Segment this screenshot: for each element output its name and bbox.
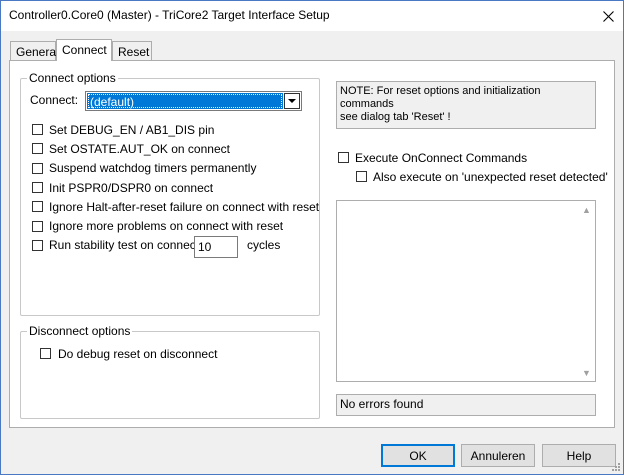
tab-general[interactable]: General [10, 41, 59, 61]
disconnect-options-legend: Disconnect options [27, 324, 133, 338]
connect-mode-select[interactable]: (default) [85, 91, 302, 111]
title-bar[interactable]: Controller0.Core0 (Master) - TriCore2 Ta… [1, 1, 623, 31]
checkbox-execute-onconnect[interactable] [338, 152, 349, 163]
cancel-button[interactable]: Annuleren [461, 444, 535, 467]
chevron-down-icon [288, 98, 296, 103]
checkbox-label: Set OSTATE.AUT_OK on connect [49, 142, 230, 156]
close-button[interactable] [593, 1, 623, 31]
window-title: Controller0.Core0 (Master) - TriCore2 Ta… [9, 8, 330, 22]
checkbox-label: Execute OnConnect Commands [355, 151, 528, 165]
checkbox-also-execute-unexpected-reset[interactable] [356, 171, 367, 182]
note-box: NOTE: For reset options and initializati… [336, 81, 596, 129]
tab-reset[interactable]: Reset [112, 41, 152, 61]
connect-mode-value: (default) [87, 93, 283, 109]
tab-panel-connect: Connect options Connect: (default) Set D… [9, 60, 615, 428]
checkbox-label: Do debug reset on disconnect [58, 347, 218, 361]
checkbox-label: Also execute on 'unexpected reset detect… [373, 170, 608, 184]
note-line: see dialog tab 'Reset' ! [340, 111, 451, 123]
checkbox-ignore-halt[interactable] [32, 201, 43, 212]
connect-label: Connect: [30, 93, 79, 107]
connect-options-legend: Connect options [27, 71, 118, 85]
checkbox-stability-test[interactable] [32, 240, 43, 251]
scroll-down-icon[interactable]: ▼ [578, 364, 595, 381]
close-icon [602, 10, 614, 22]
checkbox-debug-reset-disconnect[interactable] [40, 348, 51, 359]
checkbox-set-debug-en[interactable] [32, 124, 43, 135]
resize-grip-icon[interactable] [609, 460, 621, 472]
cycles-label: cycles [247, 238, 281, 252]
checkbox-set-ostate[interactable] [32, 143, 43, 154]
tab-connect[interactable]: Connect [56, 39, 112, 61]
scroll-up-icon[interactable]: ▲ [578, 201, 595, 218]
dialog-window: Controller0.Core0 (Master) - TriCore2 Ta… [0, 0, 624, 475]
status-field: No errors found [336, 394, 596, 416]
ok-button[interactable]: OK [381, 444, 455, 467]
disconnect-options-group: Disconnect options Do debug reset on dis… [20, 324, 320, 419]
onconnect-commands-textarea[interactable]: ▲ ▼ [336, 200, 596, 382]
checkbox-label: Ignore Halt-after-reset failure on conne… [49, 200, 320, 214]
checkbox-ignore-more[interactable] [32, 221, 43, 232]
help-button[interactable]: Help [542, 444, 616, 467]
connect-options-group: Connect options Connect: (default) Set D… [20, 71, 320, 316]
checkbox-suspend-watchdog[interactable] [32, 163, 43, 174]
vertical-scrollbar[interactable]: ▲ ▼ [578, 201, 595, 381]
checkbox-label: Run stability test on connect [49, 238, 200, 252]
cycles-input[interactable]: 10 [194, 236, 238, 258]
checkbox-label: Set DEBUG_EN / AB1_DIS pin [49, 123, 215, 137]
dropdown-button[interactable] [284, 93, 300, 109]
checkbox-label: Suspend watchdog timers permanently [49, 161, 257, 175]
checkbox-init-pspr[interactable] [32, 182, 43, 193]
note-line: NOTE: For reset options and initializati… [340, 85, 541, 110]
checkbox-label: Ignore more problems on connect with res… [49, 219, 284, 233]
checkbox-label: Init PSPR0/DSPR0 on connect [49, 181, 214, 195]
